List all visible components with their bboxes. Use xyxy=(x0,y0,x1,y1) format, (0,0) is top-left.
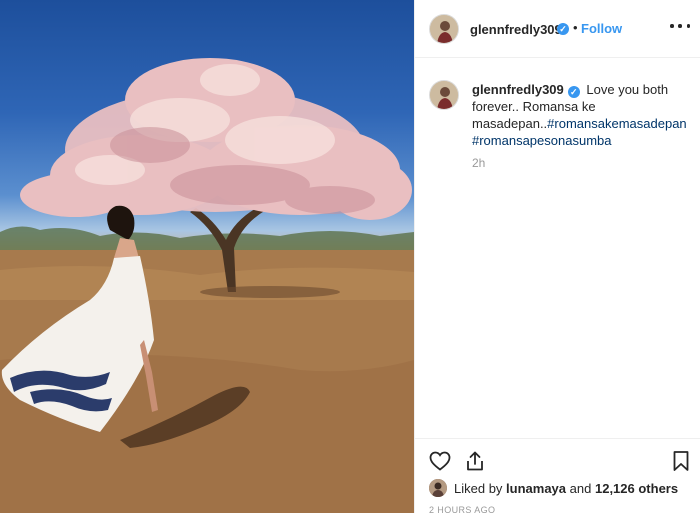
hashtag-link[interactable]: #romansapesonasumba xyxy=(472,133,611,148)
posted-timestamp: 2 HOURS AGO xyxy=(429,505,496,513)
caption-author-avatar[interactable] xyxy=(429,80,459,110)
caption-text-block: glennfredly309 ✓ Love you both forever.. … xyxy=(472,81,687,149)
post-photo-illustration xyxy=(0,58,414,513)
caption-username[interactable]: glennfredly309 xyxy=(472,82,564,97)
caption-comment: glennfredly309 ✓ Love you both forever.. … xyxy=(415,58,700,438)
caption-timestamp: 2h xyxy=(472,156,486,170)
action-bar xyxy=(415,438,700,480)
share-icon[interactable] xyxy=(463,449,487,473)
hashtag-link[interactable]: #romansakemasadepan xyxy=(547,116,686,131)
likes-summary: Liked by lunamaya and 12,126 others xyxy=(429,478,678,498)
liker-username[interactable]: lunamaya xyxy=(506,481,566,496)
bookmark-icon[interactable] xyxy=(669,449,693,473)
author-avatar[interactable] xyxy=(429,14,459,44)
post-photo[interactable] xyxy=(0,0,414,513)
caption-verified-icon: ✓ xyxy=(567,86,580,98)
follow-button[interactable]: Follow xyxy=(581,21,622,36)
post-header: glennfredly309 ✓ • Follow xyxy=(415,0,700,58)
likes-prefix: Liked by xyxy=(454,480,503,496)
heart-icon[interactable] xyxy=(428,449,452,473)
header-separator: • xyxy=(573,20,578,35)
author-username[interactable]: glennfredly309 xyxy=(470,22,562,37)
post-side-panel: glennfredly309 ✓ • Follow glennfredly309… xyxy=(415,0,700,513)
likes-joiner: and xyxy=(569,480,592,496)
likes-count-link[interactable]: 12,126 others xyxy=(595,481,678,496)
verified-badge-icon: ✓ xyxy=(557,23,569,35)
more-options-icon[interactable] xyxy=(670,16,690,36)
liker-avatar[interactable] xyxy=(429,479,447,497)
